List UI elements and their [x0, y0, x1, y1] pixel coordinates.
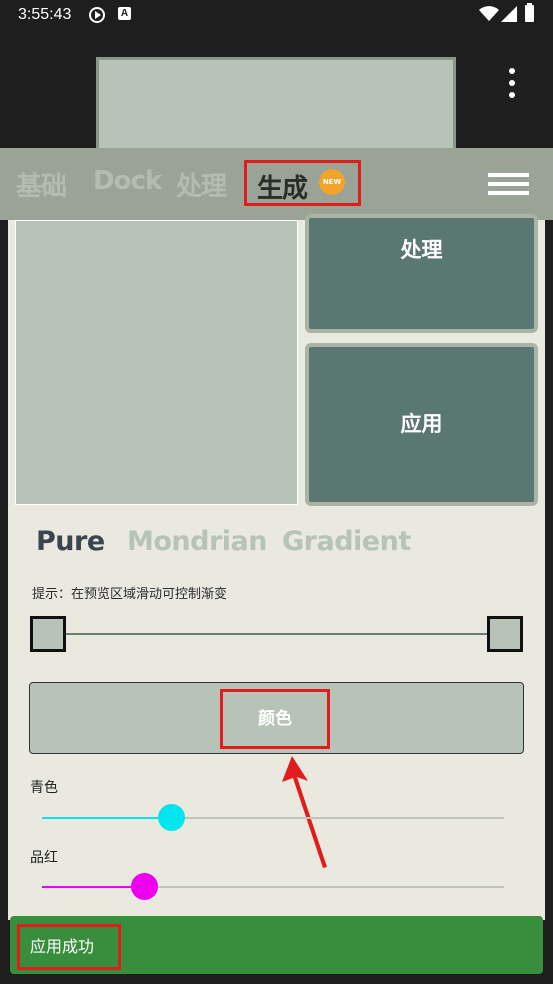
tab-bar: 基础 Dock 处理 生成 NEW [0, 148, 553, 220]
color-button-label: 颜色 [220, 689, 330, 749]
cyan-slider[interactable] [42, 804, 504, 831]
mode-gradient[interactable]: Gradient [282, 526, 411, 557]
snackbar: 应用成功 [10, 916, 543, 974]
color-button[interactable]: 颜色 [29, 682, 524, 754]
gradient-line [48, 633, 491, 635]
gradient-end-handle[interactable] [487, 616, 523, 652]
mode-mondrian[interactable]: Mondrian [127, 526, 267, 557]
wifi-icon [479, 6, 499, 21]
gradient-hint: 提示：在预览区域滑动可控制渐变 [32, 587, 228, 602]
status-time: 3:55:43 [18, 6, 72, 23]
top-area [0, 30, 553, 157]
mode-pure[interactable]: Pure [36, 526, 105, 557]
status-bar: 3:55:43 A [0, 0, 553, 30]
more-vert-icon[interactable] [508, 68, 516, 100]
signal-icon [501, 6, 517, 22]
tab-generate-label: 生成 [257, 174, 308, 204]
tab-dock[interactable]: Dock [93, 166, 162, 196]
apply-card-label: 应用 [400, 412, 443, 436]
cyan-slider-fill [42, 817, 172, 819]
preview-area[interactable] [15, 220, 298, 505]
process-card[interactable]: 处理 [305, 214, 538, 333]
cyan-slider-label: 青色 [30, 780, 58, 796]
gradient-start-handle[interactable] [30, 616, 66, 652]
hamburger-menu-icon[interactable] [488, 173, 529, 197]
tab-basic[interactable]: 基础 [16, 166, 67, 203]
apply-card[interactable]: 应用 [305, 343, 538, 506]
snackbar-message: 应用成功 [17, 924, 121, 970]
magenta-slider-fill [42, 886, 144, 888]
magenta-slider-thumb[interactable] [130, 873, 158, 900]
process-card-label: 处理 [400, 238, 443, 262]
tab-process[interactable]: 处理 [176, 166, 227, 203]
play-circle-icon [89, 7, 105, 23]
new-badge: NEW [319, 169, 345, 195]
battery-icon [525, 3, 534, 22]
magenta-slider[interactable] [42, 873, 504, 900]
tab-generate[interactable]: 生成 NEW [244, 160, 361, 206]
main-content: 处理 应用 Pure Mondrian Gradient 提示：在预览区域滑动可… [8, 214, 545, 920]
red-arrow-annotation [282, 756, 327, 868]
magenta-slider-label: 品红 [30, 850, 58, 866]
preview-thumbnail [96, 57, 456, 157]
a-badge-icon: A [118, 7, 131, 20]
cyan-slider-thumb[interactable] [158, 804, 186, 831]
